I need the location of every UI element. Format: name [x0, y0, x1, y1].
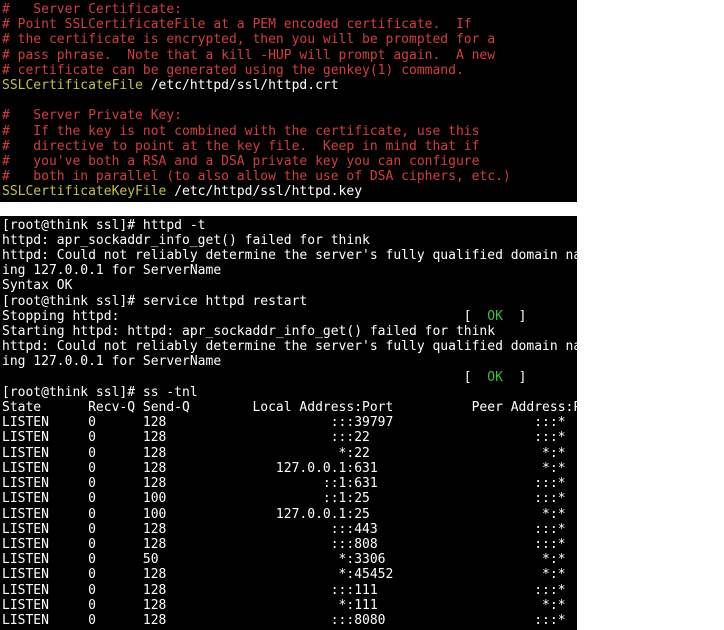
text-segment: State Recv-Q Send-Q Local Address:Port P…	[2, 400, 577, 415]
terminal-line: Stopping httpd: [ OK ]	[2, 309, 577, 324]
terminal-line: State Recv-Q Send-Q Local Address:Port P…	[2, 400, 577, 415]
text-segment: SSLCertificateKeyFile	[2, 184, 166, 199]
terminal-line: [root@think ssl]# httpd -t	[2, 218, 577, 233]
text-segment: httpd: Could not reliably determine the …	[2, 248, 577, 263]
terminal-line: httpd: apr_sockaddr_info_get() failed fo…	[2, 233, 577, 248]
text-segment: # directive to point at the key file. Ke…	[2, 139, 479, 154]
text-segment: # Point SSLCertificateFile at a PEM enco…	[2, 17, 472, 32]
text-segment: LISTEN 0 100 ::1:25 :::*	[2, 491, 577, 506]
text-segment: Stopping httpd: [	[2, 309, 487, 324]
text-segment: Syntax OK	[2, 278, 72, 293]
terminal-line: # pass phrase. Note that a kill -HUP wil…	[2, 48, 577, 63]
terminal-line	[2, 93, 577, 108]
text-segment: ing 127.0.0.1 for ServerName	[2, 263, 221, 278]
terminal-line: # Server Certificate:	[2, 2, 577, 17]
terminal-line: ing 127.0.0.1 for ServerName	[2, 354, 577, 369]
terminal-line: ing 127.0.0.1 for ServerName	[2, 263, 577, 278]
terminal-line: [root@think ssl]# service httpd restart	[2, 294, 577, 309]
terminal-line: [ OK ]	[2, 370, 577, 385]
terminal-line: LISTEN 0 128 *:22 *:*	[2, 446, 577, 461]
terminal-line: [root@think ssl]# ss -tnl	[2, 385, 577, 400]
text-segment	[2, 93, 10, 108]
text-segment: OK	[487, 370, 503, 385]
terminal-line: LISTEN 0 128 :::39797 :::*	[2, 415, 577, 430]
text-segment: # both in parallel (to also allow the us…	[2, 169, 511, 184]
text-segment: [root@think ssl]# service httpd restart	[2, 294, 307, 309]
text-segment: httpd: apr_sockaddr_info_get() failed fo…	[2, 233, 370, 248]
terminal-line: httpd: Could not reliably determine the …	[2, 339, 577, 354]
terminal-line: # directive to point at the key file. Ke…	[2, 139, 577, 154]
text-segment: LISTEN 0 128 ::1:631 :::*	[2, 476, 577, 491]
terminal-line: # Server Private Key:	[2, 108, 577, 123]
terminal-line: LISTEN 0 50 *:3306 *:*	[2, 552, 577, 567]
text-segment: # Server Private Key:	[2, 108, 182, 123]
text-segment: # the certificate is encrypted, then you…	[2, 32, 495, 47]
text-segment: # pass phrase. Note that a kill -HUP wil…	[2, 48, 495, 63]
terminal-line: Starting httpd: httpd: apr_sockaddr_info…	[2, 324, 577, 339]
terminal-line: LISTEN 0 128 *:111 *:*	[2, 598, 577, 613]
text-segment: LISTEN 0 50 *:3306 *:*	[2, 552, 577, 567]
text-segment: [	[2, 370, 487, 385]
text-segment: [root@think ssl]# ss -tnl	[2, 385, 198, 400]
terminal-line: LISTEN 0 128 :::443 :::*	[2, 522, 577, 537]
text-segment: ]	[503, 309, 526, 324]
text-segment: SSLCertificateFile	[2, 78, 143, 93]
text-segment: /etc/httpd/ssl/httpd.key	[166, 184, 362, 199]
terminal-line: Syntax OK	[2, 278, 577, 293]
text-segment: LISTEN 0 128 :::443 :::*	[2, 522, 577, 537]
terminal-line: LISTEN 0 128 :::8080 :::*	[2, 613, 577, 628]
text-segment: LISTEN 0 128 *:111 *:*	[2, 598, 577, 613]
text-segment: # If the key is not combined with the ce…	[2, 124, 479, 139]
text-segment: ing 127.0.0.1 for ServerName	[2, 354, 221, 369]
config-file-view: # Server Certificate:# Point SSLCertific…	[0, 0, 577, 202]
terminal-line: LISTEN 0 128 *:45452 *:*	[2, 567, 577, 582]
text-segment: LISTEN 0 128 :::111 :::*	[2, 583, 577, 598]
text-segment: LISTEN 0 128 :::8080 :::*	[2, 613, 577, 628]
terminal-line: LISTEN 0 128 :::22 :::*	[2, 430, 577, 445]
terminal-line: SSLCertificateKeyFile /etc/httpd/ssl/htt…	[2, 184, 577, 199]
text-segment: OK	[487, 309, 503, 324]
terminal-line: SSLCertificateFile /etc/httpd/ssl/httpd.…	[2, 78, 577, 93]
terminal-line: httpd: Could not reliably determine the …	[2, 248, 577, 263]
terminal-line: # both in parallel (to also allow the us…	[2, 169, 577, 184]
terminal-line: LISTEN 0 128 :::111 :::*	[2, 583, 577, 598]
text-segment: # certificate can be generated using the…	[2, 63, 464, 78]
text-segment: # Server Certificate:	[2, 2, 182, 17]
separator	[0, 202, 724, 216]
text-segment: LISTEN 0 128 *:45452 *:*	[2, 567, 577, 582]
terminal-line: # you've both a RSA and a DSA private ke…	[2, 154, 577, 169]
text-segment: LISTEN 0 128 *:22 *:*	[2, 446, 577, 461]
terminal-line: # If the key is not combined with the ce…	[2, 124, 577, 139]
terminal-line: # certificate can be generated using the…	[2, 63, 577, 78]
text-segment: Starting httpd: httpd: apr_sockaddr_info…	[2, 324, 495, 339]
terminal-line: LISTEN 0 128 127.0.0.1:631 *:*	[2, 461, 577, 476]
terminal-line: LISTEN 0 128 ::1:631 :::*	[2, 476, 577, 491]
text-segment: # you've both a RSA and a DSA private ke…	[2, 154, 479, 169]
text-segment: /etc/httpd/ssl/httpd.crt	[143, 78, 339, 93]
text-segment: [root@think ssl]# httpd -t	[2, 218, 206, 233]
text-segment: LISTEN 0 128 :::808 :::*	[2, 537, 577, 552]
terminal-output: [root@think ssl]# httpd -thttpd: apr_soc…	[0, 216, 577, 630]
terminal-line: LISTEN 0 100 127.0.0.1:25 *:*	[2, 507, 577, 522]
text-segment: ]	[503, 370, 526, 385]
text-segment: LISTEN 0 128 127.0.0.1:631 *:*	[2, 461, 577, 476]
text-segment: LISTEN 0 128 :::39797 :::*	[2, 415, 577, 430]
text-segment: LISTEN 0 100 127.0.0.1:25 *:*	[2, 507, 577, 522]
terminal-line: # the certificate is encrypted, then you…	[2, 32, 577, 47]
text-segment: httpd: Could not reliably determine the …	[2, 339, 577, 354]
text-segment: LISTEN 0 128 :::22 :::*	[2, 430, 577, 445]
terminal-line: LISTEN 0 128 :::808 :::*	[2, 537, 577, 552]
terminal-line: # Point SSLCertificateFile at a PEM enco…	[2, 17, 577, 32]
terminal-line: LISTEN 0 100 ::1:25 :::*	[2, 491, 577, 506]
